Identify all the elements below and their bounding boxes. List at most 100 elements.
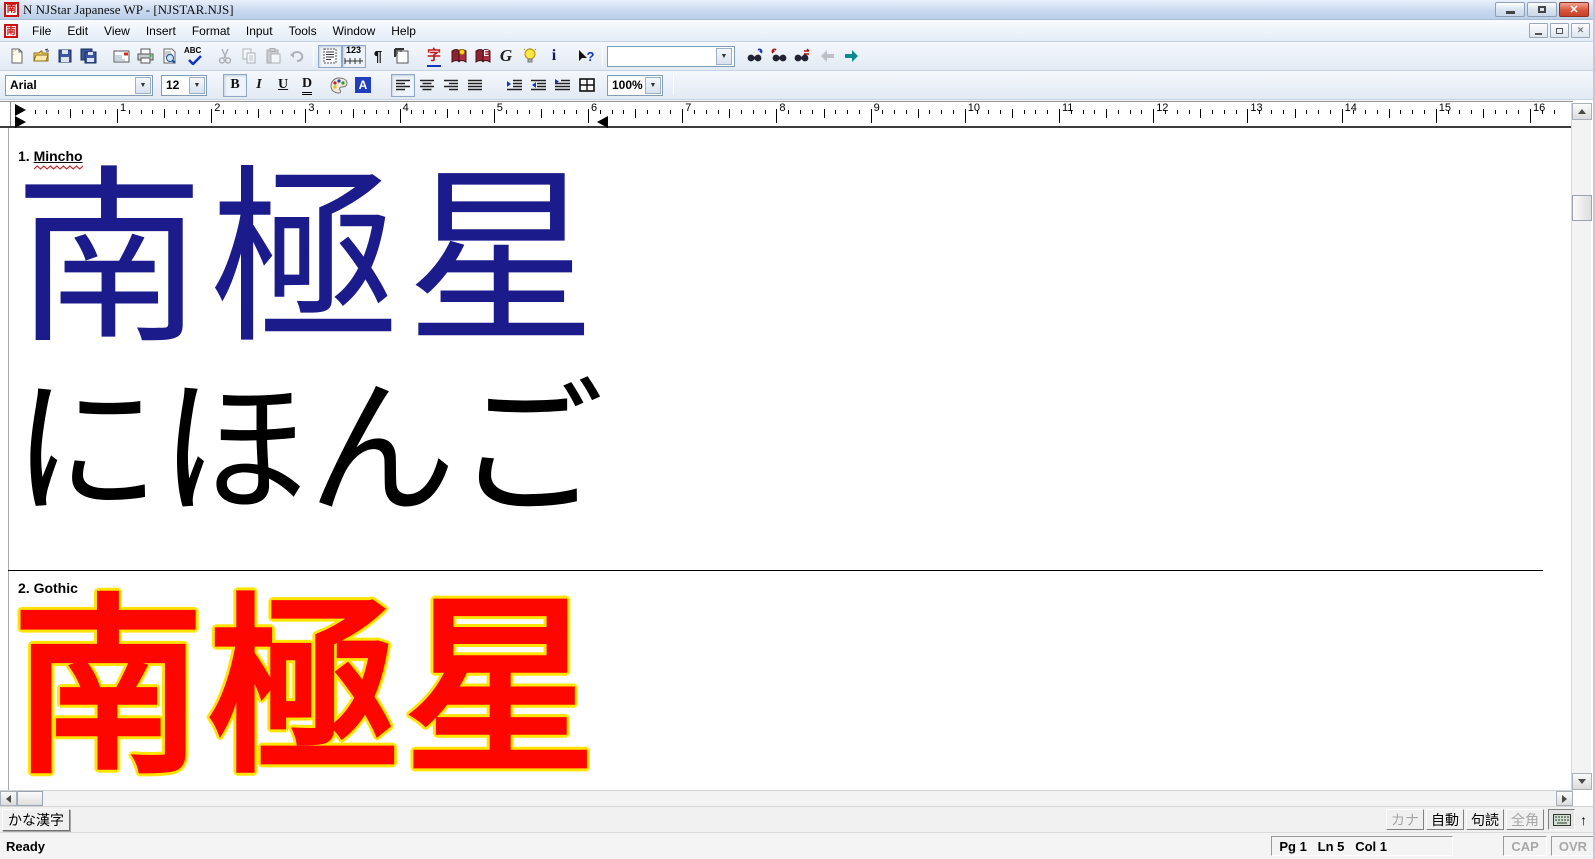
new-document-button[interactable]: [5, 45, 29, 68]
print-preview-button[interactable]: [157, 45, 181, 68]
scroll-up-button[interactable]: [1572, 103, 1592, 120]
highlight-color-button[interactable]: A: [351, 74, 375, 97]
find-combo[interactable]: ▼: [607, 46, 735, 67]
ime-toggle-全角[interactable]: 全角: [1506, 809, 1544, 830]
find-replace-button[interactable]: [791, 45, 815, 68]
find-previous-button[interactable]: [767, 45, 791, 68]
email-icon: [113, 49, 130, 63]
right-indent-marker[interactable]: [597, 116, 608, 128]
cut-button[interactable]: [213, 45, 237, 68]
ruler-tick: [1189, 110, 1190, 114]
gothic-sample-text: 南極星: [12, 590, 600, 790]
app-icon[interactable]: 南: [4, 2, 19, 17]
scroll-right-button[interactable]: [1556, 791, 1573, 806]
ruler-tick: [977, 110, 978, 114]
print-button[interactable]: [133, 45, 157, 68]
italic-button[interactable]: I: [247, 74, 271, 97]
vertical-scroll-thumb[interactable]: [1572, 195, 1592, 221]
context-help-button[interactable]: ?: [574, 45, 598, 68]
scroll-left-button[interactable]: [0, 791, 17, 806]
indent-decrease-button[interactable]: [527, 74, 551, 97]
size-combo[interactable]: 12 ▼: [161, 75, 207, 96]
ruler-tick: [329, 110, 330, 114]
ruler-tick: [411, 110, 412, 114]
first-line-indent-marker[interactable]: [15, 104, 26, 116]
size-combo-arrow[interactable]: ▼: [189, 77, 205, 94]
align-left-button[interactable]: [391, 74, 415, 97]
vertical-scrollbar[interactable]: [1571, 103, 1591, 790]
radical-lookup-button[interactable]: [518, 45, 542, 68]
copy-button[interactable]: [237, 45, 261, 68]
document-page[interactable]: 1. Mincho 南極星 にほんご 2. Gothic 南極星: [0, 128, 1595, 790]
menu-item-input[interactable]: Input: [238, 21, 281, 41]
insert-table-button[interactable]: [575, 74, 599, 97]
document-icon[interactable]: 南: [4, 24, 18, 38]
menu-item-format[interactable]: Format: [184, 21, 238, 41]
undo-button[interactable]: [285, 45, 309, 68]
info-button[interactable]: i: [542, 45, 566, 68]
horizontal-scrollbar[interactable]: [0, 790, 1573, 806]
document-area[interactable]: 1. Mincho 南極星 にほんご 2. Gothic 南極星: [0, 128, 1595, 790]
align-justify-button[interactable]: [463, 74, 487, 97]
menu-item-file[interactable]: File: [24, 21, 59, 41]
zoom-combo-arrow[interactable]: ▼: [645, 77, 661, 94]
align-right-button[interactable]: [439, 74, 463, 97]
google-lookup-button[interactable]: G: [494, 45, 518, 68]
restore-button[interactable]: [1527, 2, 1557, 17]
en-dictionary-button[interactable]: E: [470, 45, 494, 68]
back-button[interactable]: [815, 45, 839, 68]
bold-button[interactable]: B: [223, 74, 247, 97]
open-button[interactable]: [29, 45, 53, 68]
font-color-button[interactable]: [327, 74, 351, 97]
find-next-button[interactable]: [743, 45, 767, 68]
find-combo-arrow[interactable]: ▼: [716, 48, 732, 65]
font-combo-arrow[interactable]: ▼: [135, 77, 151, 94]
menu-item-view[interactable]: View: [96, 21, 138, 41]
mdi-restore-button[interactable]: [1550, 23, 1569, 38]
menu-item-insert[interactable]: Insert: [138, 21, 184, 41]
jp-dictionary-button[interactable]: [446, 45, 470, 68]
underline-button[interactable]: U: [271, 74, 295, 97]
ime-up-arrow-icon[interactable]: ↑: [1580, 812, 1587, 828]
spell-check-button[interactable]: ABC: [181, 45, 205, 68]
menu-item-help[interactable]: Help: [383, 21, 424, 41]
align-center-button[interactable]: [415, 74, 439, 97]
virtual-keyboard-button[interactable]: [1548, 809, 1575, 830]
save-button[interactable]: [53, 45, 77, 68]
ruler-tick: [835, 110, 836, 114]
page-layout-button[interactable]: [390, 45, 414, 68]
ruler-tick: [682, 109, 683, 123]
double-underline-button[interactable]: D: [295, 74, 319, 97]
zoom-combo[interactable]: 100% ▼: [607, 75, 663, 96]
ime-toggle-自動[interactable]: 自動: [1426, 809, 1464, 830]
outline-view-button[interactable]: [318, 45, 342, 68]
formatting-marks-button[interactable]: ¶: [366, 45, 390, 68]
ime-toggle-句読[interactable]: 句読: [1466, 809, 1504, 830]
cursor-position-panel: Pg 1 Ln 5 Col 1: [1271, 836, 1453, 856]
mdi-minimize-button[interactable]: [1529, 23, 1548, 38]
menu-item-window[interactable]: Window: [325, 21, 384, 41]
save-all-button[interactable]: [77, 45, 101, 68]
char-convert-button[interactable]: 字: [422, 45, 446, 68]
indent-increase-button[interactable]: [503, 74, 527, 97]
paste-button[interactable]: [261, 45, 285, 68]
scroll-down-button[interactable]: [1572, 773, 1592, 790]
font-combo[interactable]: Arial ▼: [5, 75, 153, 96]
first-line-indent-button[interactable]: [551, 74, 575, 97]
minimize-button[interactable]: [1495, 2, 1525, 17]
ruler-tick: [1530, 109, 1531, 123]
ime-mode-button[interactable]: かな漢字: [2, 809, 70, 831]
forward-button[interactable]: [839, 45, 863, 68]
horizontal-scroll-thumb[interactable]: [17, 791, 43, 806]
ruler-tick: [694, 110, 695, 114]
ime-toggle-カナ[interactable]: カナ: [1386, 809, 1424, 830]
left-indent-marker[interactable]: [15, 116, 26, 128]
en-dictionary-icon: E: [474, 48, 491, 64]
menu-item-edit[interactable]: Edit: [59, 21, 96, 41]
close-button[interactable]: ✕: [1559, 2, 1589, 17]
email-button[interactable]: [109, 45, 133, 68]
mdi-close-button[interactable]: ✕: [1571, 23, 1590, 38]
menu-item-tools[interactable]: Tools: [281, 21, 325, 41]
find-input[interactable]: [608, 48, 716, 65]
line-numbers-button[interactable]: 123: [342, 45, 366, 68]
